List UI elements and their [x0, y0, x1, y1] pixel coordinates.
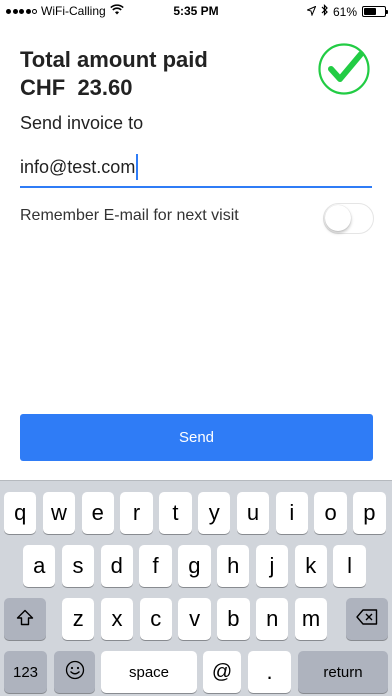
key-k[interactable]: k [294, 545, 327, 587]
space-key[interactable]: space [101, 651, 197, 693]
delete-key[interactable] [346, 598, 388, 640]
key-t[interactable]: t [159, 492, 192, 534]
shift-icon [16, 609, 34, 630]
keyboard: qwertyuiop asdfghjkl zxcvbnm 123 space @… [0, 480, 392, 696]
return-key[interactable]: return [298, 651, 388, 693]
key-o[interactable]: o [314, 492, 347, 534]
at-key[interactable]: @ [203, 651, 241, 693]
battery-fill [364, 8, 377, 15]
battery-icon [362, 6, 388, 17]
key-x[interactable]: x [100, 598, 134, 640]
battery-percent: 61% [332, 4, 357, 19]
shift-key[interactable] [4, 598, 46, 640]
key-b[interactable]: b [217, 598, 250, 640]
key-d[interactable]: d [100, 545, 133, 587]
title-line-1: Total amount paid [20, 47, 208, 72]
key-f[interactable]: f [139, 545, 172, 587]
key-r[interactable]: r [120, 492, 153, 534]
remember-email-toggle[interactable] [323, 203, 374, 234]
key-p[interactable]: p [353, 492, 386, 534]
key-z[interactable]: z [62, 598, 95, 640]
key-s[interactable]: s [61, 545, 95, 587]
location-arrow-icon [305, 5, 317, 19]
send-button[interactable]: Send [20, 414, 373, 461]
email-field[interactable]: info@test.com [20, 152, 372, 188]
amount-paid: CHF 23.60 [20, 75, 133, 100]
emoji-icon [65, 660, 85, 684]
remember-email-label: Remember E-mail for next visit [20, 207, 239, 224]
send-invoice-label: Send invoice to [20, 113, 144, 133]
email-value[interactable]: info@test.com [20, 152, 135, 182]
emoji-key[interactable] [54, 651, 95, 693]
key-n[interactable]: n [256, 598, 289, 640]
backspace-icon [356, 609, 378, 629]
key-u[interactable]: u [236, 492, 270, 534]
key-a[interactable]: a [23, 545, 56, 587]
key-q[interactable]: q [4, 492, 37, 534]
status-right: 61% [305, 4, 388, 19]
status-bar: WiFi-Calling 5:35 PM 61% [0, 0, 392, 22]
key-j[interactable]: j [255, 545, 289, 587]
dot-key[interactable]: . [248, 651, 291, 693]
bluetooth-icon [321, 4, 328, 19]
payment-summary: Total amount paid CHF 23.60 [20, 46, 208, 102]
key-v[interactable]: v [178, 598, 211, 640]
check-circle-icon [317, 42, 371, 96]
key-h[interactable]: h [217, 545, 250, 587]
text-caret [136, 154, 139, 180]
key-e[interactable]: e [81, 492, 114, 534]
key-w[interactable]: w [42, 492, 76, 534]
numbers-key[interactable]: 123 [4, 651, 47, 693]
key-c[interactable]: c [139, 598, 172, 640]
key-l[interactable]: l [333, 545, 366, 587]
toggle-knob [325, 205, 351, 231]
key-i[interactable]: i [275, 492, 308, 534]
key-m[interactable]: m [294, 598, 328, 640]
key-g[interactable]: g [178, 545, 211, 587]
key-y[interactable]: y [198, 492, 231, 534]
